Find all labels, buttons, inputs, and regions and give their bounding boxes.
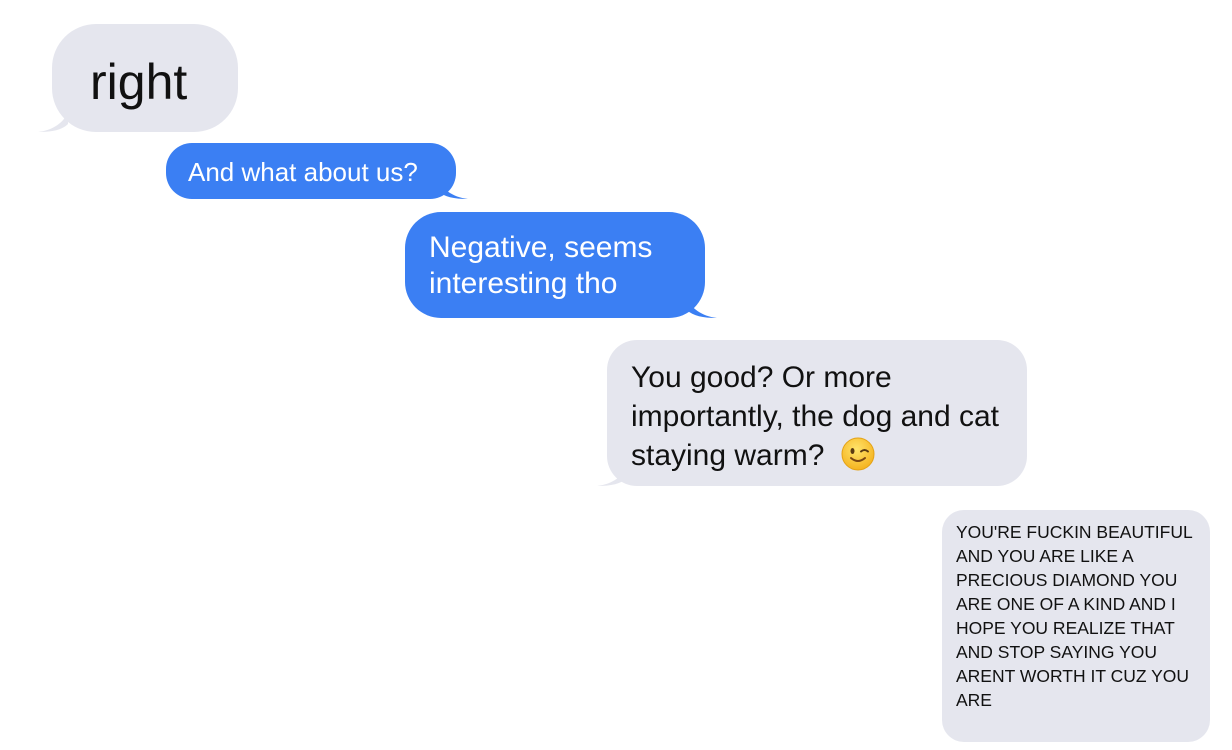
bubble-tail <box>687 298 717 318</box>
message-bubble-outgoing[interactable]: Negative, seems interesting tho <box>405 212 717 318</box>
message-text: YOU'RE FUCKIN BEAUTIFUL AND YOU ARE LIKE… <box>956 522 1193 710</box>
winking-face-icon <box>841 437 875 471</box>
bubble-tail <box>597 466 627 486</box>
message-bubble-incoming[interactable]: You good? Or more importantly, the dog a… <box>597 340 1027 486</box>
message-bubble-outgoing[interactable]: And what about us? <box>166 143 468 199</box>
message-text: You good? Or more importantly, the dog a… <box>631 361 999 472</box>
message-bubble-incoming[interactable]: right <box>38 24 238 132</box>
message-text: And what about us? <box>188 157 418 187</box>
message-text: right <box>90 54 188 110</box>
message-bubble-incoming[interactable]: YOU'RE FUCKIN BEAUTIFUL AND YOU ARE LIKE… <box>942 510 1210 742</box>
bubble-tail <box>438 179 468 199</box>
message-text: Negative, seems interesting tho <box>429 231 653 300</box>
bubble-tail <box>38 112 68 132</box>
